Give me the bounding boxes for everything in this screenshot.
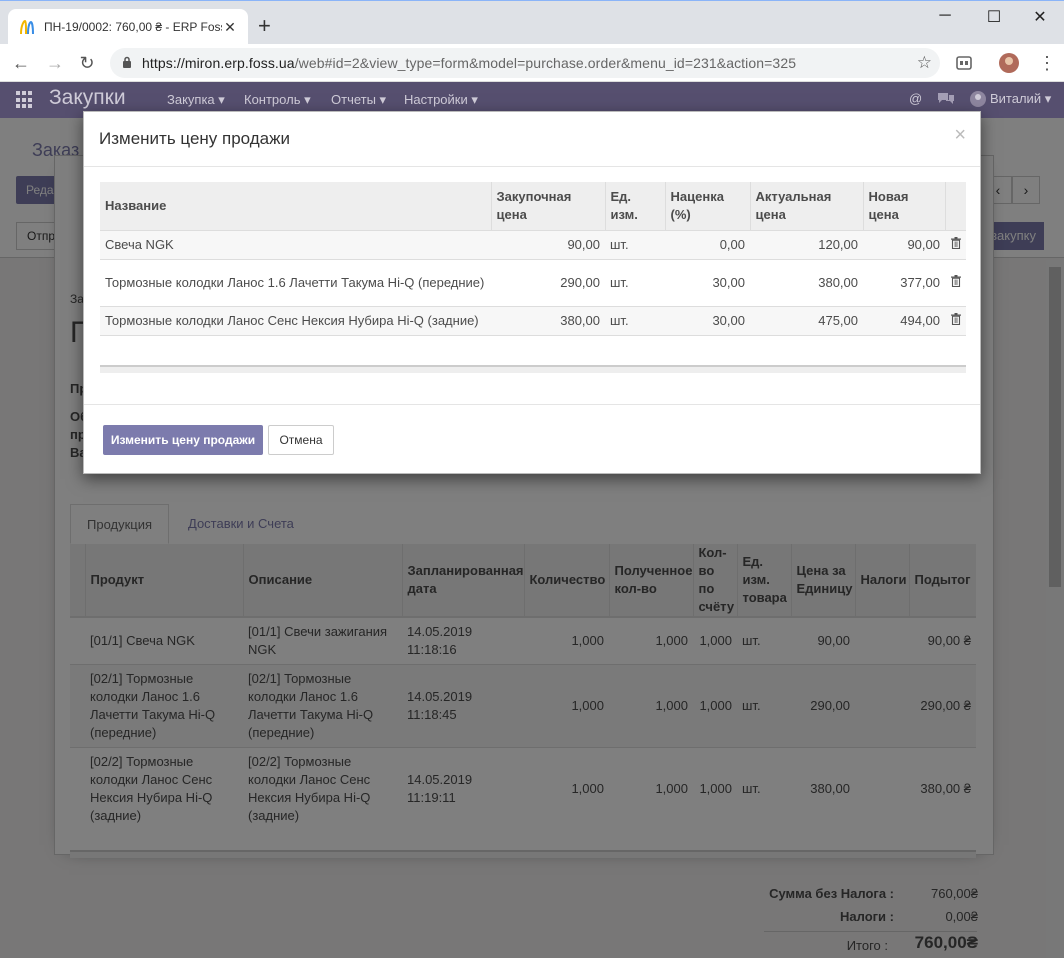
cell-new-price: 494,00 xyxy=(863,305,945,336)
maximize-button[interactable]: ☐ xyxy=(979,7,1009,27)
cell-new-price: 377,00 xyxy=(863,258,945,306)
menu-control[interactable]: Контроль ▾ xyxy=(244,92,311,108)
change-sale-price-dialog: Изменить цену продажи × Название Закупоч… xyxy=(83,111,981,474)
url-host: https://miron.erp.foss.ua xyxy=(142,55,295,71)
col-uom[interactable]: Ед. изм. xyxy=(604,182,665,231)
extension-icon[interactable] xyxy=(954,53,974,73)
back-arrow-icon[interactable]: ← xyxy=(8,50,34,76)
col-current-price[interactable]: Актуальная цена xyxy=(749,182,863,231)
tab-close-icon[interactable]: ✕ xyxy=(222,19,238,36)
new-tab-button[interactable]: + xyxy=(258,13,271,39)
col-markup[interactable]: Наценка (%) xyxy=(664,182,750,231)
chat-icon[interactable] xyxy=(937,91,955,108)
cell-current-price: 475,00 xyxy=(750,305,863,336)
reload-icon[interactable]: ↻ xyxy=(74,50,100,76)
browser-tab[interactable]: ПН-19/0002: 760,00 ₴ - ERP Foss ✕ xyxy=(8,9,248,45)
minimize-button[interactable]: ─ xyxy=(930,7,960,25)
tab-title: ПН-19/0002: 760,00 ₴ - ERP Foss xyxy=(44,20,222,34)
cell-name: Тормозные колодки Ланос 1.6 Лачетти Таку… xyxy=(100,258,491,306)
price-table-footer xyxy=(100,365,966,373)
browser-toolbar: ← → ↻ https://miron.erp.foss.ua/web#id=2… xyxy=(0,44,1064,82)
cell-current-price: 120,00 xyxy=(750,229,863,259)
cell-name: Тормозные колодки Ланос Сенс Нексия Нуби… xyxy=(100,305,491,336)
cell-markup: 30,00 xyxy=(665,258,750,306)
col-purchase-price[interactable]: Закупочная цена xyxy=(490,182,605,231)
activity-icon[interactable]: @ xyxy=(909,91,922,106)
cell-current-price: 380,00 xyxy=(750,258,863,306)
trash-icon[interactable] xyxy=(945,305,966,336)
forward-arrow-icon[interactable]: → xyxy=(42,50,68,76)
cell-name: Свеча NGK xyxy=(100,229,491,259)
cell-purchase-price: 290,00 xyxy=(491,258,605,306)
modal-footer: Изменить цену продажи Отмена xyxy=(84,404,980,474)
apps-grid-icon[interactable] xyxy=(16,91,34,109)
close-icon[interactable]: × xyxy=(954,124,966,147)
col-delete xyxy=(944,182,966,231)
address-bar[interactable]: https://miron.erp.foss.ua/web#id=2&view_… xyxy=(110,48,940,78)
cell-markup: 0,00 xyxy=(665,229,750,259)
profile-avatar-icon[interactable] xyxy=(999,53,1019,73)
bookmark-star-icon[interactable]: ☆ xyxy=(917,53,932,73)
cell-purchase-price: 380,00 xyxy=(491,305,605,336)
table-row[interactable]: Тормозные колодки Ланос 1.6 Лачетти Таку… xyxy=(100,258,966,306)
url-path: /web#id=2&view_type=form&model=purchase.… xyxy=(294,55,797,71)
modal-title: Изменить цену продажи xyxy=(99,129,291,148)
browser-menu-icon[interactable]: ⋮ xyxy=(1034,50,1060,76)
close-window-button[interactable]: ✕ xyxy=(1025,7,1055,27)
cell-uom: шт. xyxy=(605,229,665,259)
lock-icon xyxy=(122,56,132,71)
modal-header: Изменить цену продажи × xyxy=(84,112,980,167)
cell-purchase-price: 90,00 xyxy=(491,229,605,259)
trash-icon[interactable] xyxy=(945,258,966,306)
url-text: https://miron.erp.foss.ua/web#id=2&view_… xyxy=(142,55,796,71)
col-name[interactable]: Название xyxy=(100,182,491,231)
cell-markup: 30,00 xyxy=(665,305,750,336)
user-avatar[interactable] xyxy=(970,91,986,110)
change-sale-price-button[interactable]: Изменить цену продажи xyxy=(103,425,263,455)
table-row[interactable]: Свеча NGK 90,00 шт. 0,00 120,00 90,00 xyxy=(100,229,966,259)
user-menu[interactable]: Виталий ▾ xyxy=(990,91,1051,107)
menu-purchase[interactable]: Закупка ▾ xyxy=(167,92,225,108)
cell-new-price: 90,00 xyxy=(863,229,945,259)
menu-reports[interactable]: Отчеты ▾ xyxy=(331,92,386,108)
table-row[interactable]: Тормозные колодки Ланос Сенс Нексия Нуби… xyxy=(100,305,966,336)
cancel-button[interactable]: Отмена xyxy=(268,425,334,455)
menu-settings[interactable]: Настройки ▾ xyxy=(404,92,478,108)
browser-titlebar: ПН-19/0002: 760,00 ₴ - ERP Foss ✕ + ─ ☐ … xyxy=(0,0,1064,45)
app-name: Закупки xyxy=(49,86,126,109)
trash-icon[interactable] xyxy=(945,229,966,259)
erp-favicon-icon xyxy=(18,18,36,36)
cell-uom: шт. xyxy=(605,258,665,306)
price-change-table: Название Закупочная цена Ед. изм. Наценк… xyxy=(100,182,966,336)
col-new-price[interactable]: Новая цена xyxy=(862,182,945,231)
cell-uom: шт. xyxy=(605,305,665,336)
